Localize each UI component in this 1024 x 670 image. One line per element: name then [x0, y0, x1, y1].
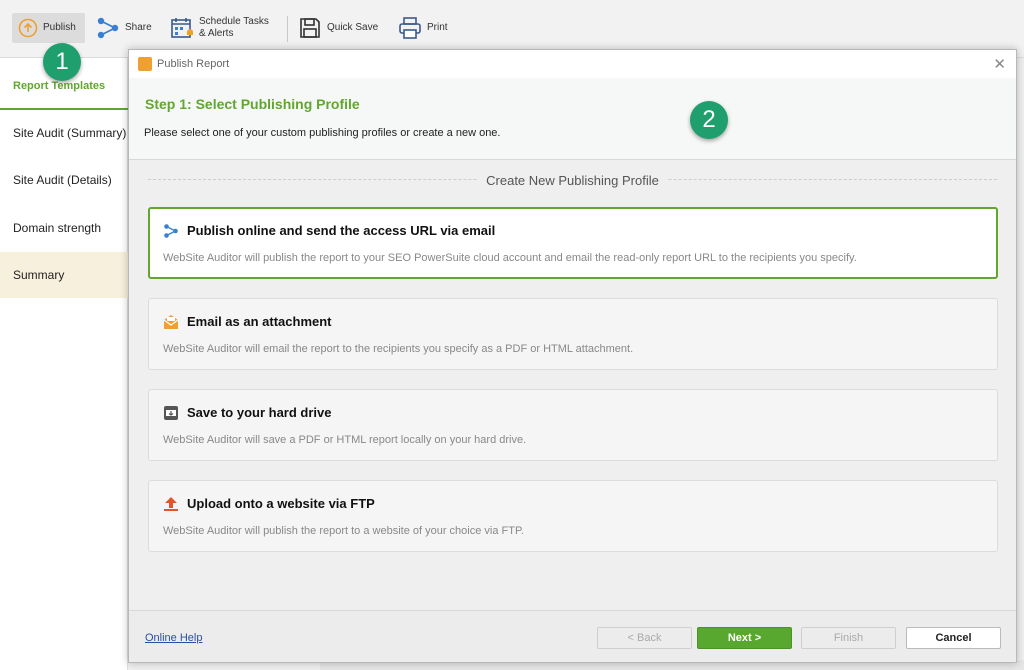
share-label: Share — [125, 22, 152, 33]
option-description: WebSite Auditor will publish the report … — [163, 525, 524, 537]
option-email-attachment[interactable]: Email as an attachment WebSite Auditor w… — [148, 298, 998, 370]
option-upload-ftp[interactable]: Upload onto a website via FTP WebSite Au… — [148, 480, 998, 552]
sidebar-item-site-audit-summary[interactable]: Site Audit (Summary) — [0, 110, 128, 156]
schedule-label-line1: Schedule Tasks — [199, 16, 269, 27]
calendar-alert-icon — [171, 18, 193, 38]
back-button[interactable]: < Back — [597, 627, 692, 649]
sidebar: Report Templates Site Audit (Summary) Si… — [0, 58, 128, 670]
publish-button[interactable]: Publish — [12, 13, 85, 43]
publish-report-dialog: Publish Report ✕ Step 1: Select Publishi… — [128, 49, 1017, 663]
save-icon — [300, 18, 320, 38]
step-description: Please select one of your custom publish… — [144, 127, 501, 139]
app-icon — [138, 57, 152, 71]
share-icon — [97, 17, 119, 39]
schedule-label: Schedule Tasks & Alerts — [199, 16, 269, 40]
sidebar-item-site-audit-details[interactable]: Site Audit (Details) — [0, 157, 128, 203]
quick-save-label: Quick Save — [327, 22, 379, 33]
schedule-tasks-button[interactable]: Schedule Tasks & Alerts — [170, 13, 269, 43]
schedule-label-line2: & Alerts — [199, 28, 234, 39]
toolbar-divider — [287, 16, 288, 42]
option-save-hard-drive[interactable]: Save to your hard drive WebSite Auditor … — [148, 389, 998, 461]
cancel-button[interactable]: Cancel — [906, 627, 1001, 649]
step-title: Step 1: Select Publishing Profile — [145, 96, 360, 112]
dialog-title: Publish Report — [157, 58, 230, 70]
sidebar-item-summary[interactable]: Summary — [0, 252, 128, 298]
callout-badge-2: 2 — [690, 101, 728, 139]
next-button[interactable]: Next > — [697, 627, 792, 649]
dialog-header: Step 1: Select Publishing Profile Please… — [129, 78, 1016, 160]
upload-icon — [164, 497, 178, 511]
publish-icon — [18, 18, 38, 38]
option-title: Save to your hard drive — [187, 405, 332, 420]
section-title: Create New Publishing Profile — [129, 172, 1016, 190]
option-title: Email as an attachment — [187, 314, 332, 329]
hard-drive-icon — [164, 406, 178, 420]
option-publish-online[interactable]: Publish online and send the access URL v… — [148, 207, 998, 279]
report-templates-label: Report Templates — [13, 80, 106, 92]
option-description: WebSite Auditor will publish the report … — [163, 252, 857, 264]
option-title: Publish online and send the access URL v… — [187, 223, 496, 238]
dialog-titlebar: Publish Report ✕ — [129, 50, 1016, 78]
quick-save-button[interactable]: Quick Save — [298, 13, 378, 43]
callout-badge-1: 1 — [43, 43, 81, 81]
share-button[interactable]: Share — [96, 13, 152, 43]
close-icon[interactable]: ✕ — [993, 55, 1006, 73]
envelope-icon — [163, 315, 179, 329]
publish-label: Publish — [43, 22, 76, 33]
option-description: WebSite Auditor will save a PDF or HTML … — [163, 434, 527, 446]
print-icon — [399, 17, 421, 39]
sidebar-item-domain-strength[interactable]: Domain strength — [0, 205, 128, 251]
section-title-text: Create New Publishing Profile — [477, 173, 668, 188]
online-help-link[interactable]: Online Help — [145, 632, 202, 644]
option-description: WebSite Auditor will email the report to… — [163, 343, 634, 355]
print-label: Print — [427, 22, 448, 33]
finish-button[interactable]: Finish — [801, 627, 896, 649]
share-icon — [164, 224, 178, 238]
print-button[interactable]: Print — [398, 13, 448, 43]
option-title: Upload onto a website via FTP — [187, 496, 375, 511]
dialog-footer: Online Help < Back Next > Finish Cancel — [129, 610, 1016, 662]
